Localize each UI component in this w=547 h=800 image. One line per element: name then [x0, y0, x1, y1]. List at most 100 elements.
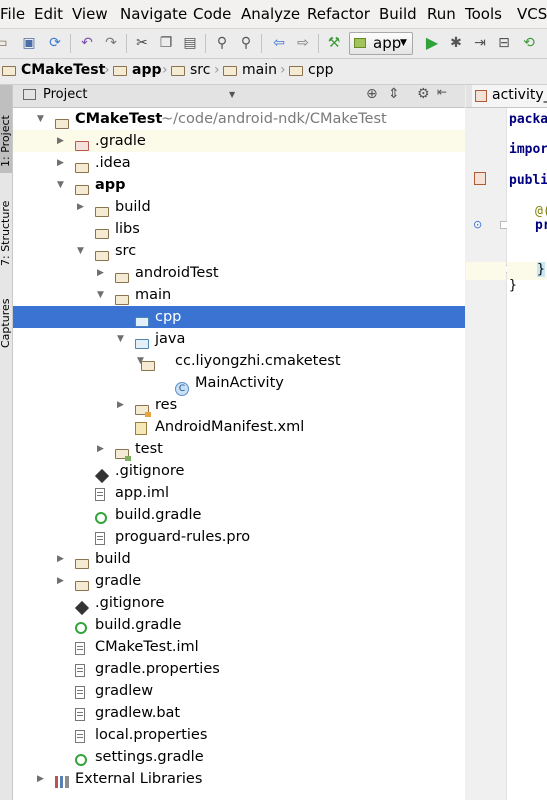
related-layout-icon[interactable] [474, 172, 486, 185]
tree-row[interactable]: ▶ androidTest [13, 262, 465, 284]
tree-row[interactable]: local.properties [13, 724, 465, 746]
menu-file[interactable]: File [0, 5, 25, 23]
tree-row[interactable]: proguard-rules.pro [13, 526, 465, 548]
expand-arrow-icon[interactable]: ▶ [37, 768, 47, 790]
expand-arrow-icon[interactable]: ▶ [117, 394, 127, 416]
open-folder-icon[interactable]: ▭ [0, 34, 10, 52]
tool-tab-structure[interactable]: 7: Structure [0, 190, 12, 270]
breadcrumb-item-src[interactable]: src [171, 62, 210, 78]
tree-row[interactable]: ▶ External Libraries [13, 768, 465, 790]
tool-tab-project[interactable]: 1: Project [0, 85, 12, 173]
tree-row[interactable]: C MainActivity [13, 372, 465, 396]
chevron-down-icon: ▼ [400, 38, 407, 48]
expand-arrow-icon[interactable]: ▶ [57, 548, 67, 570]
tree-row[interactable]: ▶ .gradle [13, 130, 465, 152]
tree-row[interactable]: CMakeTest.iml [13, 636, 465, 658]
tree-row[interactable]: ▶ test [13, 438, 465, 461]
collapse-arrow-icon[interactable]: ▼ [97, 284, 107, 306]
tree-row[interactable]: cpp [13, 306, 465, 328]
editor-code-area[interactable]: packag import public @( pr } } [507, 108, 547, 800]
tree-item-label: build [115, 199, 151, 215]
menu-run[interactable]: Run [427, 5, 456, 23]
run-configuration-select[interactable]: app ▼ [349, 32, 413, 55]
project-view-select[interactable]: Project ▼ [17, 87, 239, 104]
expand-arrow-icon[interactable]: ▶ [77, 196, 87, 218]
menu-navigate[interactable]: Navigate [120, 5, 187, 23]
tree-row[interactable]: gradle.properties [13, 658, 465, 680]
folder-icon [223, 66, 237, 76]
collapse-arrow-icon[interactable]: ▼ [37, 108, 47, 130]
tree-row[interactable]: .gitignore [13, 592, 465, 616]
tree-row[interactable]: ▼ java [13, 328, 465, 350]
editor-tab-activity[interactable]: activity_ [472, 85, 547, 107]
tree-row[interactable]: ▼ main [13, 284, 465, 306]
tree-row[interactable]: app.iml [13, 482, 465, 504]
expand-arrow-icon[interactable]: ▶ [57, 152, 67, 174]
attach-debugger-icon[interactable]: ⇥ [471, 34, 489, 52]
menu-code[interactable]: Code [193, 5, 231, 23]
gradle-sync-icon[interactable]: ⟲ [520, 34, 538, 52]
cut-icon[interactable]: ✂ [133, 34, 151, 52]
tree-row[interactable]: build.gradle [13, 614, 465, 636]
back-icon[interactable]: ⇦ [270, 34, 288, 52]
menu-refactor[interactable]: Refactor [307, 5, 370, 23]
collapse-all-icon[interactable]: ⇕ [388, 86, 400, 102]
menu-view[interactable]: View [72, 5, 108, 23]
forward-icon[interactable]: ⇨ [294, 34, 312, 52]
more-tools-icon[interactable]: ▮ [542, 34, 547, 52]
tree-row[interactable]: ▼cc.liyongzhi.cmaketest [13, 350, 465, 372]
tree-row[interactable]: ▶ gradle [13, 570, 465, 592]
replace-icon[interactable]: ⚲ [237, 34, 255, 52]
tree-row[interactable]: ▼ CMakeTest ~/code/android-ndk/CMakeTest [13, 108, 465, 130]
tree-row[interactable]: .gitignore [13, 460, 465, 484]
find-icon[interactable]: ⚲ [213, 34, 231, 52]
gear-icon[interactable]: ⚙ [417, 86, 430, 102]
menu-build[interactable]: Build [379, 5, 417, 23]
tree-row[interactable]: libs [13, 218, 465, 240]
undo-icon[interactable]: ↶ [78, 34, 96, 52]
tree-row[interactable]: gradlew [13, 680, 465, 702]
redo-icon[interactable]: ↷ [102, 34, 120, 52]
tree-row[interactable]: gradlew.bat [13, 702, 465, 724]
collapse-arrow-icon[interactable]: ▼ [117, 328, 127, 350]
expand-arrow-icon[interactable]: ▶ [97, 262, 107, 284]
menu-analyze[interactable]: Analyze [241, 5, 300, 23]
tree-row[interactable]: settings.gradle [13, 746, 465, 768]
run-icon[interactable]: ▶ [423, 34, 441, 52]
debug-icon[interactable]: ✱ [447, 34, 465, 52]
tree-row[interactable]: ▶ res [13, 394, 465, 417]
menu-edit[interactable]: Edit [34, 5, 63, 23]
left-tool-window-strip: 1: Project 7: Structure Captures [0, 85, 13, 800]
tree-row[interactable]: ▶ build [13, 196, 465, 218]
menu-bar: File Edit View Navigate Code Analyze Ref… [0, 0, 547, 29]
hide-panel-icon[interactable]: ⇤ [437, 85, 447, 99]
breadcrumb-item-main[interactable]: main [223, 62, 277, 78]
tree-row[interactable]: ▼ src [13, 240, 465, 262]
expand-arrow-icon[interactable]: ▶ [57, 570, 67, 592]
collapse-arrow-icon[interactable]: ▼ [77, 240, 87, 262]
tree-row[interactable]: ▶ .idea [13, 152, 465, 174]
tree-item-label: CMakeTest.iml [95, 639, 199, 655]
menu-tools[interactable]: Tools [465, 5, 502, 23]
menu-vcs[interactable]: VCS [517, 5, 547, 23]
breadcrumb-item-project[interactable]: CMakeTest [2, 62, 105, 78]
collapse-arrow-icon[interactable]: ▼ [57, 174, 67, 196]
apply-changes-icon[interactable]: ⊟ [495, 34, 513, 52]
breadcrumb-item-cpp[interactable]: cpp [289, 62, 333, 78]
make-project-icon[interactable]: ⚒ [325, 34, 343, 52]
copy-icon[interactable]: ❐ [157, 34, 175, 52]
tree-row[interactable]: ▼ app [13, 174, 465, 196]
expand-arrow-icon[interactable]: ▶ [97, 438, 107, 460]
tool-tab-captures[interactable]: Captures [0, 290, 12, 360]
override-marker-icon[interactable]: ⊙ [473, 218, 482, 231]
tree-row[interactable]: build.gradle [13, 504, 465, 526]
scroll-from-source-icon[interactable]: ⊕ [366, 86, 378, 102]
tree-item-label: cpp [155, 309, 182, 325]
tree-row[interactable]: AndroidManifest.xml [13, 416, 465, 438]
expand-arrow-icon[interactable]: ▶ [57, 130, 67, 152]
save-all-icon[interactable]: ▣ [20, 34, 38, 52]
sync-icon[interactable]: ⟳ [46, 34, 64, 52]
paste-icon[interactable]: ▤ [181, 34, 199, 52]
tree-row[interactable]: ▶ build [13, 548, 465, 570]
breadcrumb-item-app[interactable]: app [113, 62, 162, 78]
